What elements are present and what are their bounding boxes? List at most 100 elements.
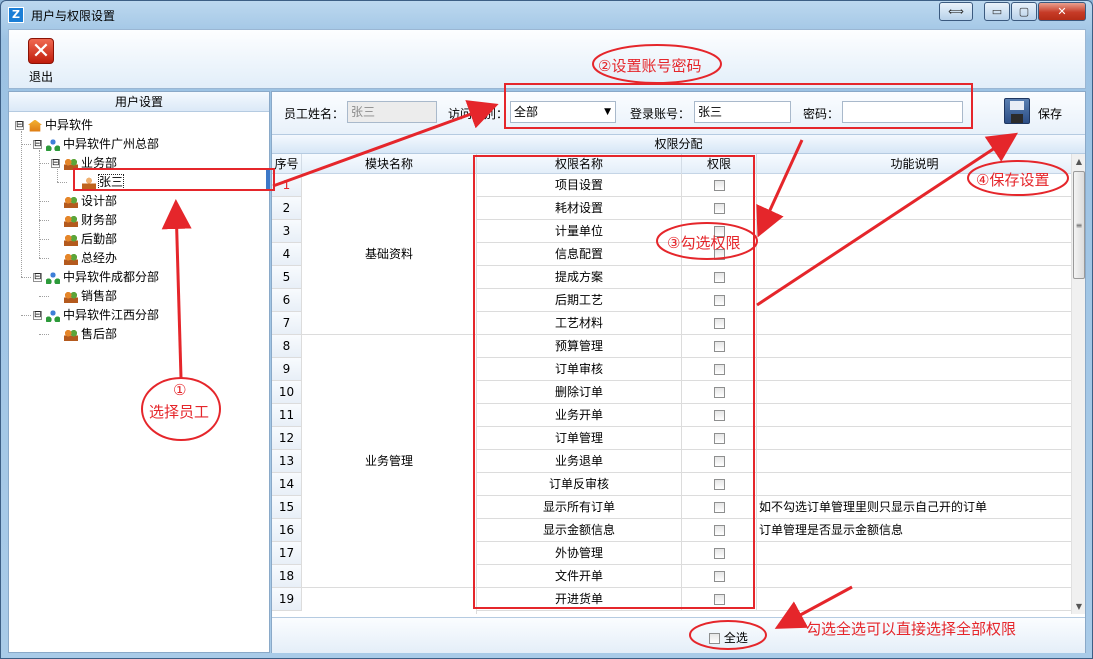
tree-expander-icon[interactable]: ⊟ — [15, 121, 24, 130]
tree-node[interactable]: 销售部 — [51, 287, 117, 305]
col-perm: 权限名称 — [477, 154, 682, 174]
tree-connector — [21, 277, 31, 278]
close-button[interactable]: ✕ — [1038, 2, 1086, 21]
dept-icon — [64, 195, 78, 208]
checkbox-icon[interactable] — [713, 479, 725, 490]
employee-name-field[interactable]: 张三 — [347, 101, 437, 123]
access-level-select[interactable]: 全部 ▼ — [510, 101, 616, 123]
app-window: Z 用户与权限设置 ⟺ ▭ ▢ ✕ ✕ 退出 用户设置 ⊟ 中异软件 ⊟ 中异软件广州… — [0, 0, 1093, 659]
tree-node[interactable]: 售后部 — [51, 325, 117, 343]
permission-checkbox-cell[interactable] — [682, 450, 757, 473]
restore-icon[interactable]: ⟺ — [939, 2, 973, 21]
tree-node[interactable]: ⊟ 中异软件成都分部 — [33, 268, 159, 286]
tree-node[interactable]: 后勤部 — [51, 230, 117, 248]
function-description — [757, 174, 1072, 197]
permission-checkbox-cell[interactable] — [682, 289, 757, 312]
function-description — [757, 358, 1072, 381]
checkbox-icon[interactable] — [713, 548, 725, 559]
tree-node-label: 中异软件成都分部 — [63, 270, 160, 284]
tree-connector — [39, 163, 49, 164]
checkbox-icon[interactable] — [713, 594, 725, 605]
tree-connector — [39, 220, 49, 221]
grid-scrollbar[interactable]: ▲ ≡ ▼ — [1071, 154, 1085, 614]
save-button[interactable]: 保存 — [1004, 98, 1066, 128]
tree-node[interactable]: ⊟ 业务部 — [51, 154, 117, 172]
function-description — [757, 312, 1072, 335]
tree-node[interactable]: 总经办 — [51, 249, 117, 267]
window-title: 用户与权限设置 — [31, 9, 116, 23]
checkbox-icon[interactable] — [713, 226, 725, 237]
checkbox-icon[interactable] — [713, 410, 725, 421]
tree-node[interactable]: ⊟ 中异软件江西分部 — [33, 306, 159, 324]
org-icon — [46, 138, 60, 151]
bottom-bar: 全选 — [272, 617, 1085, 653]
tree-expander-icon[interactable]: ⊟ — [33, 311, 42, 320]
org-icon — [46, 271, 60, 284]
tree-node-label: 销售部 — [81, 289, 118, 303]
permission-checkbox-cell[interactable] — [682, 335, 757, 358]
checkbox-icon[interactable] — [713, 341, 725, 352]
row-index: 10 — [272, 381, 302, 404]
permission-checkbox-cell[interactable] — [682, 266, 757, 289]
maximize-button[interactable]: ▢ — [1011, 2, 1037, 21]
checkbox-icon[interactable] — [713, 502, 725, 513]
checkbox-icon[interactable] — [713, 180, 725, 191]
tree-node[interactable]: 张三 — [69, 173, 125, 191]
chevron-down-icon: ▼ — [604, 107, 611, 117]
permission-checkbox-cell[interactable] — [682, 404, 757, 427]
permission-checkbox-cell[interactable] — [682, 197, 757, 220]
checkbox-icon[interactable] — [713, 433, 725, 444]
permission-checkbox-cell[interactable] — [682, 358, 757, 381]
exit-button[interactable]: ✕ 退出 — [21, 36, 61, 86]
permission-name: 工艺材料 — [477, 312, 682, 335]
permission-checkbox-cell[interactable] — [682, 312, 757, 335]
tree-node[interactable]: 设计部 — [51, 192, 117, 210]
function-description — [757, 588, 1072, 611]
scroll-up-icon[interactable]: ▲ — [1072, 154, 1086, 169]
permission-checkbox-cell[interactable] — [682, 243, 757, 266]
permission-name: 显示所有订单 — [477, 496, 682, 519]
permission-checkbox-cell[interactable] — [682, 496, 757, 519]
password-field[interactable] — [842, 101, 963, 123]
checkbox-icon[interactable] — [713, 272, 725, 283]
permission-checkbox-cell[interactable] — [682, 565, 757, 588]
module-name: 库存管理 — [302, 588, 477, 614]
permission-name: 项目设置 — [477, 174, 682, 197]
checkbox-icon[interactable] — [713, 318, 725, 329]
permission-checkbox-cell[interactable] — [682, 542, 757, 565]
tree-expander-icon[interactable]: ⊟ — [51, 159, 60, 168]
row-index: 15 — [272, 496, 302, 519]
checkbox-icon[interactable] — [713, 571, 725, 582]
checkbox-icon[interactable] — [713, 249, 725, 260]
tree-node[interactable]: ⊟ 中异软件 — [15, 116, 93, 134]
tree-node[interactable]: ⊟ 中异软件广州总部 — [33, 135, 159, 153]
row-index: 1 — [272, 174, 302, 197]
permission-checkbox-cell[interactable] — [682, 174, 757, 197]
tree-expander-icon[interactable]: ⊟ — [33, 140, 42, 149]
checkbox-icon[interactable] — [713, 387, 725, 398]
permission-checkbox-cell[interactable] — [682, 588, 757, 611]
minimize-button[interactable]: ▭ — [984, 2, 1010, 21]
permission-checkbox-cell[interactable] — [682, 381, 757, 404]
permission-checkbox-cell[interactable] — [682, 519, 757, 542]
tree-node-label: 财务部 — [81, 213, 118, 227]
tree-expander-icon[interactable]: ⊟ — [33, 273, 42, 282]
tree-connector — [21, 144, 31, 145]
permission-checkbox-cell[interactable] — [682, 473, 757, 496]
module-name: 业务管理 — [302, 335, 477, 588]
checkbox-icon[interactable] — [713, 525, 725, 536]
checkbox-icon[interactable] — [713, 203, 725, 214]
tree-node[interactable]: 财务部 — [51, 211, 117, 229]
checkbox-icon[interactable] — [713, 364, 725, 375]
checkbox-icon[interactable] — [713, 456, 725, 467]
account-form: 员工姓名： 张三 访问级别： 全部 ▼ 登录账号： 张三 密码： 保存 — [272, 92, 1085, 134]
scroll-down-icon[interactable]: ▼ — [1072, 599, 1086, 614]
permission-checkbox-cell[interactable] — [682, 220, 757, 243]
function-description — [757, 381, 1072, 404]
login-account-field[interactable]: 张三 — [694, 101, 791, 123]
scroll-thumb[interactable]: ≡ — [1073, 171, 1085, 279]
select-all-checkbox[interactable]: 全选 — [709, 629, 748, 646]
permission-checkbox-cell[interactable] — [682, 427, 757, 450]
checkbox-icon[interactable] — [713, 295, 725, 306]
row-index: 3 — [272, 220, 302, 243]
